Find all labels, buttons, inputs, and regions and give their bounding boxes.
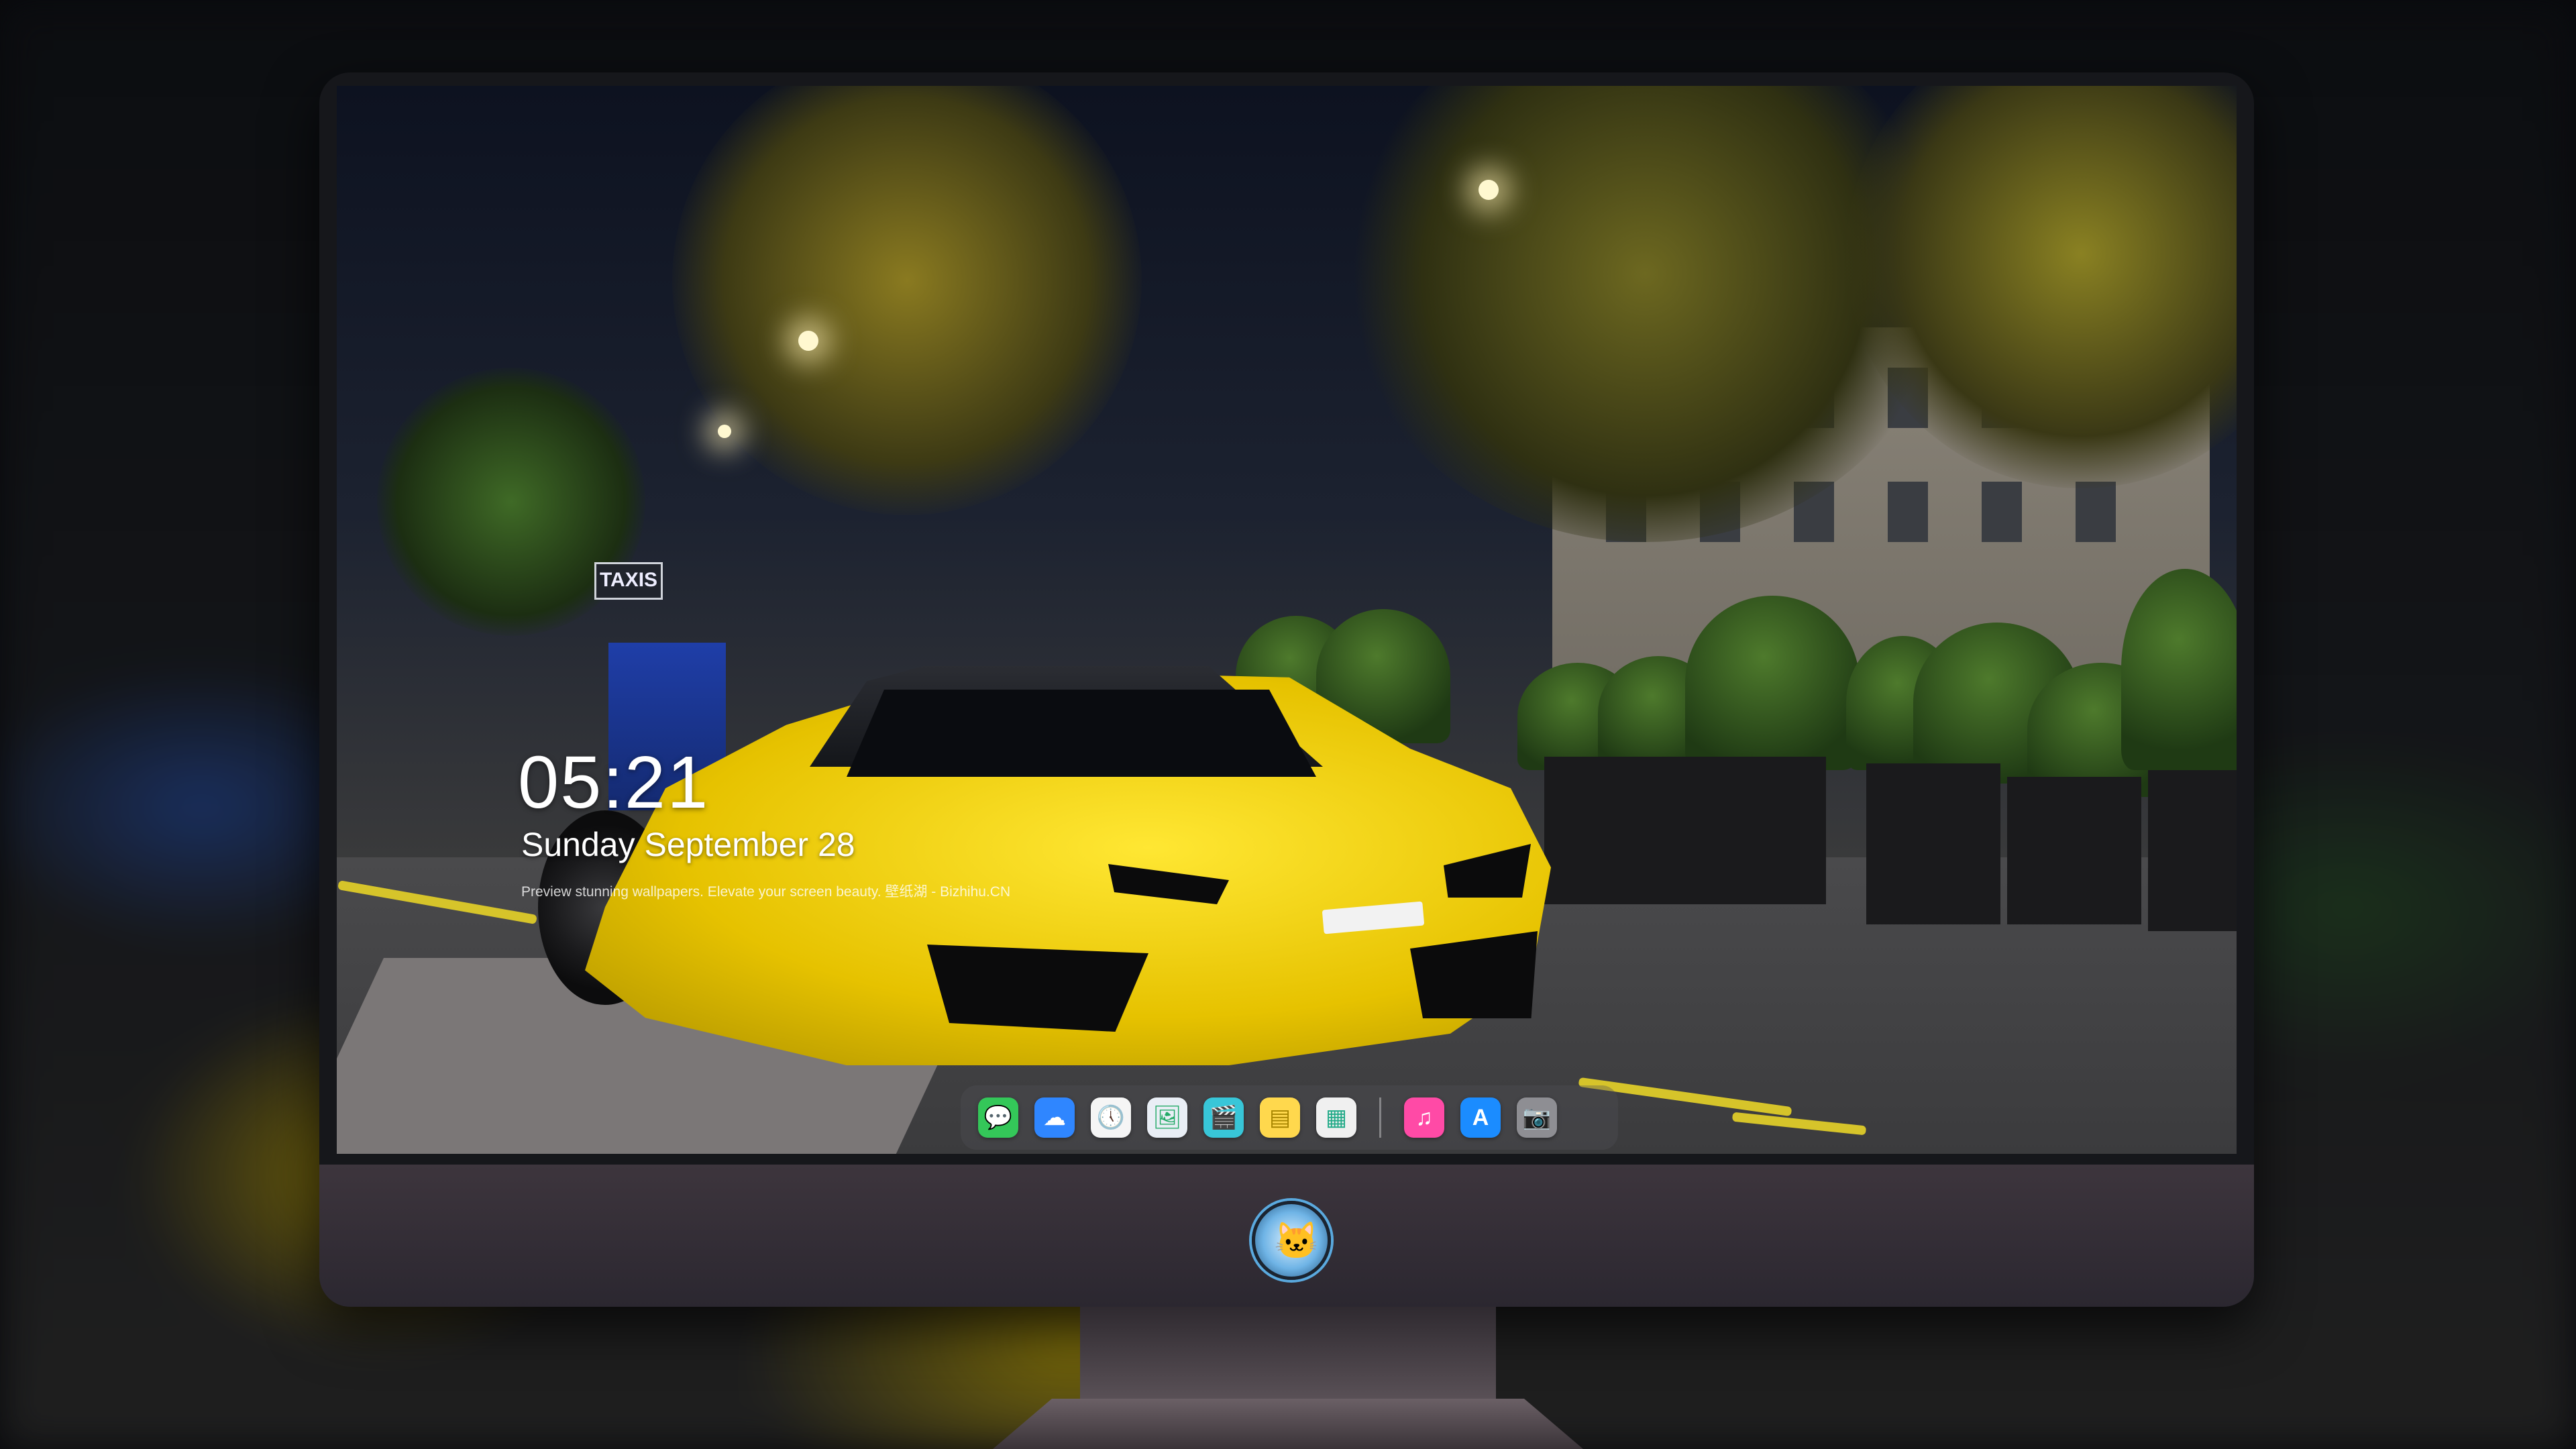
lockscreen-tagline: Preview stunning wallpapers. Elevate you… <box>521 884 1011 900</box>
taxi-sign: TAXIS <box>594 562 663 600</box>
photo-gallery-icon[interactable]: ▦ <box>1316 1097 1356 1138</box>
weather-icon[interactable]: ☁ <box>1034 1097 1075 1138</box>
music-icon[interactable]: ♫ <box>1404 1097 1444 1138</box>
car-air-intake <box>927 945 1148 1032</box>
planter <box>1544 757 1826 904</box>
planter <box>2007 777 2141 924</box>
preview-icon[interactable]: 🖼 <box>1147 1097 1187 1138</box>
street-lamp <box>1479 180 1499 200</box>
lockscreen-time: 05:21 <box>518 741 710 824</box>
street-lamp <box>718 425 731 438</box>
screen: TAXIS 05:21 Sunday September 28 Preview … <box>337 86 2237 1154</box>
planter <box>2148 770 2237 931</box>
dock-separator <box>1379 1097 1381 1138</box>
clapperboard-icon[interactable]: 🎬 <box>1203 1097 1244 1138</box>
monitor-stand-base <box>993 1399 1583 1449</box>
hedge <box>1685 596 1860 770</box>
camera-icon[interactable]: 📷 <box>1517 1097 1557 1138</box>
clock-icon[interactable]: 🕔 <box>1091 1097 1131 1138</box>
hedge <box>2121 569 2237 770</box>
tree <box>672 86 1142 515</box>
monitor-stand-neck <box>1080 1307 1496 1401</box>
notes-icon[interactable]: ▤ <box>1260 1097 1300 1138</box>
dock: 💬 ☁ 🕔 🖼 🎬 ▤ ▦ ♫ A 📷 <box>961 1085 1618 1150</box>
car-windshield <box>847 690 1316 777</box>
wallpaper: TAXIS 05:21 Sunday September 28 Preview … <box>337 86 2237 1154</box>
messages-icon[interactable]: 💬 <box>978 1097 1018 1138</box>
lockscreen-date: Sunday September 28 <box>521 826 855 863</box>
cat-mascot-logo: 🐱 <box>1252 1201 1331 1280</box>
app-store-icon[interactable]: A <box>1460 1097 1501 1138</box>
planter <box>1866 763 2000 924</box>
street-lamp <box>798 331 818 351</box>
